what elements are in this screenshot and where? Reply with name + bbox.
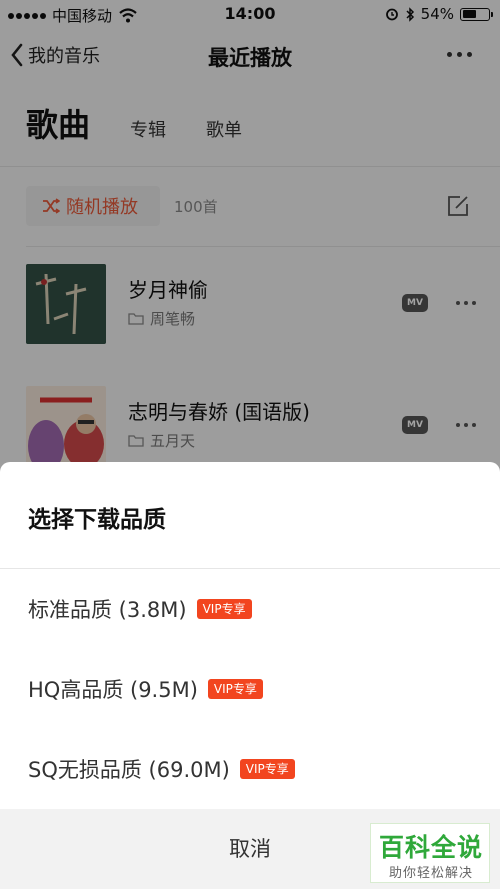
option-label: 标准品质 (3.8M) <box>28 598 187 622</box>
watermark-subtitle: 助你轻松解决 <box>388 866 473 881</box>
sheet-title: 选择下载品质 <box>28 507 166 533</box>
option-label: SQ无损品质 (69.0M) <box>28 758 230 782</box>
vip-badge: VIP专享 <box>207 679 263 699</box>
quality-option-sq[interactable]: SQ无损品质 (69.0M) VIP专享 <box>28 754 295 784</box>
option-label: HQ高品质 (9.5M) <box>28 678 198 702</box>
quality-option-standard[interactable]: 标准品质 (3.8M) VIP专享 <box>28 594 252 624</box>
watermark-title: 百科全说 <box>378 833 483 862</box>
vip-badge: VIP专享 <box>196 599 252 619</box>
divider <box>0 568 500 569</box>
watermark-logo: 百科全说 助你轻松解决 <box>370 823 490 883</box>
quality-option-hq[interactable]: HQ高品质 (9.5M) VIP专享 <box>28 674 263 704</box>
vip-badge: VIP专享 <box>239 759 295 779</box>
